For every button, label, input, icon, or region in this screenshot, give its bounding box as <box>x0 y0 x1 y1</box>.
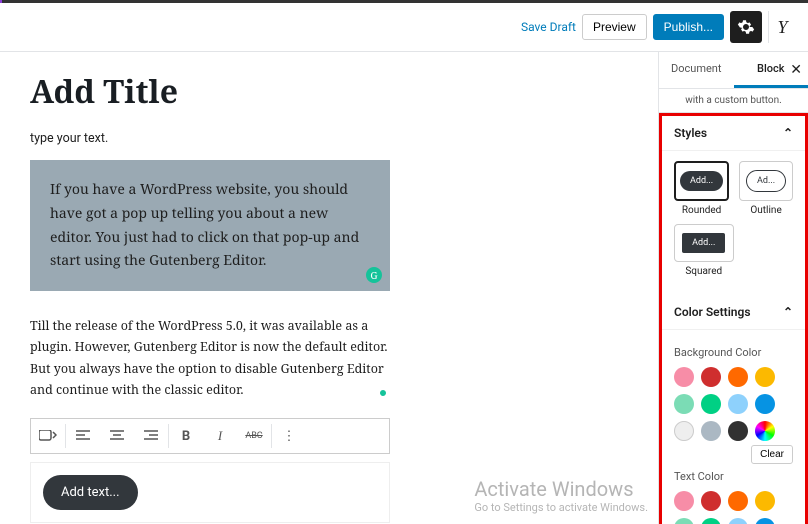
button-text-input[interactable]: Add text... <box>43 475 138 510</box>
paragraph-block[interactable]: Till the release of the WordPress 5.0, i… <box>30 315 390 400</box>
editor-header: Save Draft Preview Publish... Y <box>0 3 808 52</box>
color-swatch[interactable] <box>755 518 775 524</box>
settings-sidebar: Document Block ✕ with a custom button. S… <box>658 52 808 524</box>
color-swatch[interactable] <box>674 394 694 414</box>
quote-block[interactable]: If you have a WordPress website, you sho… <box>30 160 390 291</box>
bg-color-label: Background Color <box>674 346 793 359</box>
block-toolbar: B I ABC ⋮ <box>30 418 390 454</box>
color-swatch[interactable] <box>674 518 694 524</box>
color-swatch[interactable] <box>674 421 694 441</box>
bg-color-swatches <box>674 367 793 441</box>
clear-bg-color-button[interactable]: Clear <box>751 445 793 464</box>
color-swatch[interactable] <box>674 491 694 511</box>
block-description: with a custom button. <box>659 89 808 113</box>
style-squared[interactable]: Add... Squared <box>674 224 734 277</box>
color-settings-panel: Color Settings⌃ Background Color Clear T… <box>662 295 805 524</box>
style-rounded[interactable]: Add... Rounded <box>674 161 729 216</box>
color-swatch[interactable] <box>728 491 748 511</box>
custom-color-swatch[interactable] <box>755 421 775 441</box>
color-swatch[interactable] <box>728 394 748 414</box>
publish-button[interactable]: Publish... <box>653 14 724 40</box>
close-sidebar-button[interactable]: ✕ <box>790 62 802 78</box>
color-swatch[interactable] <box>701 518 721 524</box>
bold-button[interactable]: B <box>169 419 203 453</box>
subtitle-text[interactable]: type your text. <box>30 131 390 146</box>
color-swatch[interactable] <box>728 518 748 524</box>
tab-document[interactable]: Document <box>659 52 734 88</box>
color-swatch[interactable] <box>701 367 721 387</box>
color-swatch[interactable] <box>674 367 694 387</box>
editor-canvas[interactable]: Add Title type your text. If you have a … <box>0 52 658 524</box>
strikethrough-button[interactable]: ABC <box>237 419 271 453</box>
button-block[interactable]: Add text... <box>30 462 390 523</box>
styles-panel: Styles⌃ Add... Rounded Ad... Outline <box>662 116 805 295</box>
color-swatch[interactable] <box>701 421 721 441</box>
text-color-label: Text Color <box>674 470 793 483</box>
preview-button[interactable]: Preview <box>582 14 647 40</box>
settings-icon-button[interactable] <box>730 11 762 43</box>
color-swatch[interactable] <box>755 491 775 511</box>
quote-text: If you have a WordPress website, you sho… <box>50 180 359 270</box>
chevron-up-icon: ⌃ <box>783 126 793 140</box>
color-swatch[interactable] <box>701 394 721 414</box>
align-left-icon[interactable] <box>66 419 100 453</box>
align-right-icon[interactable] <box>134 419 168 453</box>
yoast-icon[interactable]: Y <box>768 11 796 43</box>
styles-panel-toggle[interactable]: Styles⌃ <box>662 116 805 151</box>
color-swatch[interactable] <box>728 421 748 441</box>
grammarly-icon[interactable]: G <box>366 267 382 283</box>
align-center-icon[interactable] <box>100 419 134 453</box>
block-type-switcher[interactable] <box>31 419 65 453</box>
post-title-input[interactable]: Add Title <box>30 70 390 113</box>
color-swatch[interactable] <box>701 491 721 511</box>
color-swatch[interactable] <box>728 367 748 387</box>
color-panel-toggle[interactable]: Color Settings⌃ <box>662 295 805 330</box>
text-color-swatches <box>674 491 793 524</box>
style-outline[interactable]: Ad... Outline <box>739 161 793 216</box>
color-swatch[interactable] <box>755 367 775 387</box>
color-swatch[interactable] <box>755 394 775 414</box>
chevron-up-icon: ⌃ <box>783 305 793 319</box>
more-options-button[interactable]: ⋮ <box>272 419 306 453</box>
italic-button[interactable]: I <box>203 419 237 453</box>
save-draft-link[interactable]: Save Draft <box>521 20 576 34</box>
caret-indicator <box>380 390 386 396</box>
sidebar-tabs: Document Block ✕ <box>659 52 808 89</box>
